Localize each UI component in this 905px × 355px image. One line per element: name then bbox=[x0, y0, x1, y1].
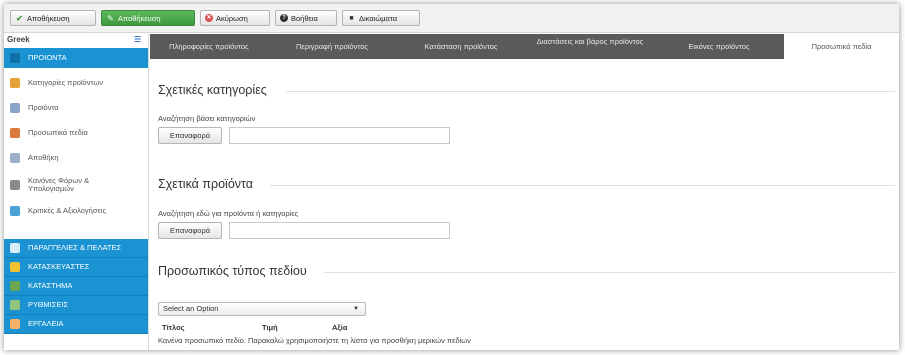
column-header-price: Τιμή bbox=[262, 323, 278, 332]
sidebar: Greek ☰ ΠΡΟΙΟΝΤΑ Κατηγορίες προϊόντων Πρ… bbox=[4, 34, 149, 350]
sidebar-item-label: Προϊόντα bbox=[28, 103, 59, 112]
app-window: ✔ Αποθήκευση ✎ Αποθήκευση ✕ Ακύρωση ? Βο… bbox=[4, 4, 899, 350]
tab-custom-fields[interactable]: Προσωπικά πεδία bbox=[784, 34, 899, 59]
tab-product-description[interactable]: Περιγραφή προϊόντος bbox=[268, 34, 396, 59]
column-header-title: Τίτλος bbox=[162, 323, 185, 332]
tools-icon bbox=[10, 319, 20, 329]
sidebar-item-reviews[interactable]: Κριτικές & Αξιολογήσεις bbox=[4, 201, 148, 221]
lock-icon: ■ bbox=[349, 14, 354, 22]
edit-save-icon: ✎ bbox=[107, 13, 114, 23]
tab-product-images[interactable]: Εικόνες προϊόντος bbox=[654, 34, 784, 59]
sidebar-item-label: Κανόνες Φόρων & Υπολογισμών bbox=[28, 176, 90, 193]
sidebar-item-label: ΠΡΟΙΟΝΤΑ bbox=[28, 53, 67, 62]
sidebar-section-store[interactable]: ΚΑΤΑΣΤΗΜΑ bbox=[4, 277, 148, 296]
column-header-value: Αξία bbox=[332, 323, 348, 332]
sidebar-item-label: Κριτικές & Αξιολογήσεις bbox=[28, 206, 107, 215]
categories-icon bbox=[10, 78, 20, 88]
sidebar-item-label: ΡΥΘΜΙΣΕΙΣ bbox=[28, 300, 69, 309]
sidebar-item-label: ΠΑΡΑΓΓΕΛΙΕΣ & ΠΕΛΑΤΕΣ bbox=[28, 243, 122, 252]
permissions-button[interactable]: ■ Δικαιώματα bbox=[342, 10, 420, 26]
chevron-down-icon: ▼ bbox=[353, 306, 359, 312]
custom-fields-panel: Σχετικές κατηγορίες Αναζήτηση βάσει κατη… bbox=[150, 59, 899, 350]
sidebar-item-custom-fields[interactable]: Προσωπικά πεδία bbox=[4, 123, 148, 143]
product-list-icon bbox=[10, 103, 20, 113]
category-search-label: Αναζήτηση βάσει κατηγοριών bbox=[158, 114, 256, 123]
sidebar-item-products[interactable]: ΠΡΟΙΟΝΤΑ bbox=[4, 48, 148, 68]
related-products-title: Σχετικά προϊόντα bbox=[158, 177, 254, 191]
sidebar-item-label: Κατηγορίες προϊόντων bbox=[28, 78, 103, 87]
language-name: Greek bbox=[7, 35, 30, 44]
field-type-select-value: Select an Option bbox=[163, 304, 219, 313]
warehouse-icon bbox=[10, 153, 20, 163]
products-icon bbox=[10, 53, 20, 63]
section-divider bbox=[270, 185, 895, 186]
language-label: Greek ☰ bbox=[7, 35, 147, 47]
save-and-stay-label: Αποθήκευση bbox=[118, 13, 161, 23]
products-reset-button[interactable]: Επαναφορά bbox=[158, 222, 222, 239]
tab-product-status[interactable]: Κατάσταση προϊόντος bbox=[396, 34, 526, 59]
field-type-select[interactable]: Select an Option ▼ bbox=[158, 302, 366, 316]
section-divider bbox=[324, 272, 895, 273]
sidebar-item-label: Προσωπικά πεδία bbox=[28, 128, 88, 137]
help-button[interactable]: ? Βοήθεια bbox=[275, 10, 337, 26]
custom-fields-icon bbox=[10, 128, 20, 138]
settings-icon bbox=[10, 300, 20, 310]
section-divider bbox=[286, 91, 895, 92]
store-icon bbox=[10, 281, 20, 291]
manufacturers-icon bbox=[10, 262, 20, 272]
product-tabs: Πληροφορίες προϊόντος Περιγραφή προϊόντο… bbox=[150, 34, 899, 59]
orders-icon bbox=[10, 243, 20, 253]
cancel-button-label: Ακύρωση bbox=[216, 13, 248, 23]
sidebar-item-warehouse[interactable]: Αποθήκη bbox=[4, 148, 148, 168]
cancel-button[interactable]: ✕ Ακύρωση bbox=[200, 10, 270, 26]
sidebar-section-orders[interactable]: ΠΑΡΑΓΓΕΛΙΕΣ & ΠΕΛΑΤΕΣ bbox=[4, 239, 148, 258]
permissions-button-label: Δικαιώματα bbox=[359, 13, 398, 23]
close-icon: ✕ bbox=[205, 14, 213, 22]
sidebar-item-tax-rules[interactable]: Κανόνες Φόρων & Υπολογισμών bbox=[4, 171, 148, 199]
checkmark-icon: ✔ bbox=[16, 13, 23, 23]
sidebar-item-product-list[interactable]: Προϊόντα bbox=[4, 98, 148, 118]
tax-rules-icon bbox=[10, 180, 20, 190]
sidebar-menu-icon[interactable]: ☰ bbox=[134, 35, 144, 44]
save-and-stay-button[interactable]: ✎ Αποθήκευση bbox=[101, 10, 195, 26]
sidebar-section-tools[interactable]: ΕΡΓΑΛΕΙΑ bbox=[4, 315, 148, 334]
categories-reset-button[interactable]: Επαναφορά bbox=[158, 127, 222, 144]
sidebar-section-manufacturers[interactable]: ΚΑΤΑΣΚΕΥΑΣΤΕΣ bbox=[4, 258, 148, 277]
toolbar: ✔ Αποθήκευση ✎ Αποθήκευση ✕ Ακύρωση ? Βο… bbox=[4, 4, 899, 33]
custom-field-type-title: Προσωπικός τύπος πεδίου bbox=[158, 264, 307, 278]
save-button[interactable]: ✔ Αποθήκευση bbox=[10, 10, 96, 26]
product-search-label: Αναζήτηση εδώ για προϊόντα ή κατηγορίες bbox=[158, 209, 299, 218]
sidebar-item-label: Αποθήκη bbox=[28, 153, 59, 162]
save-button-label: Αποθήκευση bbox=[27, 13, 70, 23]
product-search-input[interactable] bbox=[229, 222, 450, 239]
reviews-icon bbox=[10, 206, 20, 216]
related-categories-title: Σχετικές κατηγορίες bbox=[158, 83, 267, 97]
tab-dimensions-weight[interactable]: Διαστάσεις και βάρος προϊόντος bbox=[526, 34, 654, 59]
empty-fields-message: Κανένα προσωπικό πεδίο. Παρακαλώ χρησιμο… bbox=[158, 336, 471, 345]
sidebar-item-categories[interactable]: Κατηγορίες προϊόντων bbox=[4, 73, 148, 93]
category-search-input[interactable] bbox=[229, 127, 450, 144]
sidebar-section-settings[interactable]: ΡΥΘΜΙΣΕΙΣ bbox=[4, 296, 148, 315]
sidebar-item-label: ΕΡΓΑΛΕΙΑ bbox=[28, 319, 64, 328]
help-button-label: Βοήθεια bbox=[291, 13, 318, 23]
sidebar-item-label: ΚΑΤΑΣΚΕΥΑΣΤΕΣ bbox=[28, 262, 90, 271]
tab-product-info[interactable]: Πληροφορίες προϊόντος bbox=[150, 34, 268, 59]
sidebar-item-label: ΚΑΤΑΣΤΗΜΑ bbox=[28, 281, 73, 290]
help-icon: ? bbox=[280, 14, 288, 22]
